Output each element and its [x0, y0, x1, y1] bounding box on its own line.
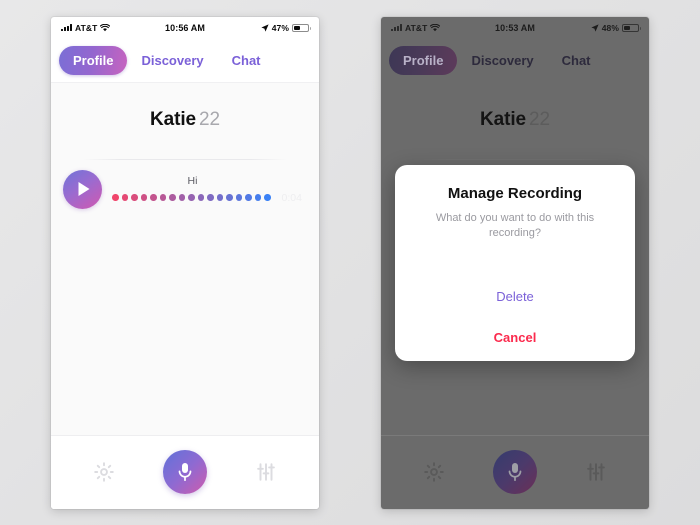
- signal-bars-icon: [391, 24, 402, 31]
- tab-bar: Profile Discovery Chat: [381, 39, 649, 83]
- waveform-dot: [150, 194, 157, 201]
- status-bar-center: 10:53 AM: [495, 23, 535, 33]
- signal-bars-icon: [61, 24, 72, 31]
- section-divider: [83, 158, 287, 160]
- tab-chat[interactable]: Chat: [548, 46, 605, 75]
- profile-age-text: 22: [529, 108, 550, 130]
- profile-content: Katie 22 Hi 0:04: [51, 82, 319, 435]
- clock-label: 10:53 AM: [495, 22, 535, 33]
- dialog-actions: Delete Cancel: [411, 276, 619, 361]
- waveform-dot: [159, 194, 166, 201]
- profile-name-text: Katie: [480, 108, 527, 130]
- battery-icon: [622, 23, 642, 32]
- waveform-dot: [235, 194, 242, 201]
- profile-name: Katie 22: [381, 83, 649, 131]
- cancel-button[interactable]: Cancel: [411, 317, 619, 361]
- tab-bar: Profile Discovery Chat: [51, 38, 319, 83]
- status-bar-left: AT&T: [61, 23, 165, 33]
- audio-player: Hi 0:04: [51, 169, 319, 209]
- tab-profile[interactable]: Profile: [389, 45, 458, 75]
- waveform-dot: [188, 194, 195, 201]
- waveform-dot: [226, 194, 233, 201]
- status-bar-right: 48%: [535, 22, 642, 33]
- delete-button[interactable]: Delete: [411, 276, 619, 317]
- section-divider: [413, 158, 617, 160]
- clip-label: Hi: [187, 174, 198, 187]
- bottom-toolbar: [381, 434, 649, 509]
- clip-duration: 0:04: [281, 191, 302, 204]
- bottom-toolbar: [51, 434, 319, 509]
- status-bar-left: AT&T: [391, 23, 495, 33]
- battery-percent-label: 48%: [601, 22, 620, 33]
- microphone-icon[interactable]: [163, 450, 207, 494]
- waveform-dot: [216, 194, 223, 201]
- waveform-dot: [178, 194, 185, 201]
- location-arrow-icon: [591, 23, 599, 32]
- sliders-icon[interactable]: [255, 461, 277, 483]
- profile-name-text: Katie: [150, 108, 197, 130]
- waveform-dot: [169, 194, 176, 201]
- phone-left: AT&T 10:56 AM 47% Profile Discovery Chat: [51, 16, 319, 509]
- waveform-dot: [112, 194, 119, 201]
- status-bar-right: 47%: [205, 22, 312, 33]
- waveform-dot: [197, 194, 204, 201]
- carrier-label: AT&T: [405, 22, 428, 33]
- gear-icon[interactable]: [93, 461, 115, 483]
- microphone-icon[interactable]: [493, 450, 537, 494]
- waveform-dot: [131, 194, 138, 201]
- waveform-block: Hi 0:04: [112, 175, 307, 204]
- waveform-dots[interactable]: 0:04: [112, 192, 307, 204]
- screenshot-stage: AT&T 10:56 AM 47% Profile Discovery Chat: [0, 0, 700, 525]
- waveform-dot: [207, 194, 214, 201]
- sliders-icon[interactable]: [585, 461, 607, 483]
- profile-age-text: 22: [199, 108, 220, 130]
- status-bar: AT&T 10:53 AM 48%: [381, 17, 649, 39]
- carrier-label: AT&T: [75, 22, 98, 33]
- battery-percent-label: 47%: [271, 22, 290, 33]
- tab-profile[interactable]: Profile: [59, 45, 128, 75]
- dialog-subtitle: What do you want to do with this recordi…: [435, 211, 595, 240]
- phone-right: AT&T 10:53 AM 48% Profile Discovery Chat: [381, 16, 649, 509]
- battery-icon: [292, 23, 312, 32]
- play-button[interactable]: [63, 169, 102, 209]
- profile-name: Katie 22: [51, 83, 319, 131]
- waveform-dot: [245, 194, 252, 201]
- clock-label: 10:56 AM: [165, 22, 205, 33]
- waveform-dot: [254, 194, 261, 201]
- status-bar: AT&T 10:56 AM 47%: [51, 17, 319, 39]
- tab-discovery[interactable]: Discovery: [127, 46, 217, 75]
- wifi-icon: [430, 23, 441, 32]
- waveform-dot: [121, 194, 128, 201]
- wifi-icon: [100, 23, 111, 32]
- tab-discovery[interactable]: Discovery: [457, 46, 547, 75]
- waveform-dot: [140, 194, 147, 201]
- status-bar-center: 10:56 AM: [165, 23, 205, 33]
- manage-recording-dialog: Manage Recording What do you want to do …: [395, 164, 635, 361]
- waveform-dot: [264, 194, 271, 201]
- dialog-title: Manage Recording: [447, 184, 583, 202]
- gear-icon[interactable]: [423, 461, 445, 483]
- tab-chat[interactable]: Chat: [218, 46, 275, 75]
- location-arrow-icon: [261, 23, 269, 32]
